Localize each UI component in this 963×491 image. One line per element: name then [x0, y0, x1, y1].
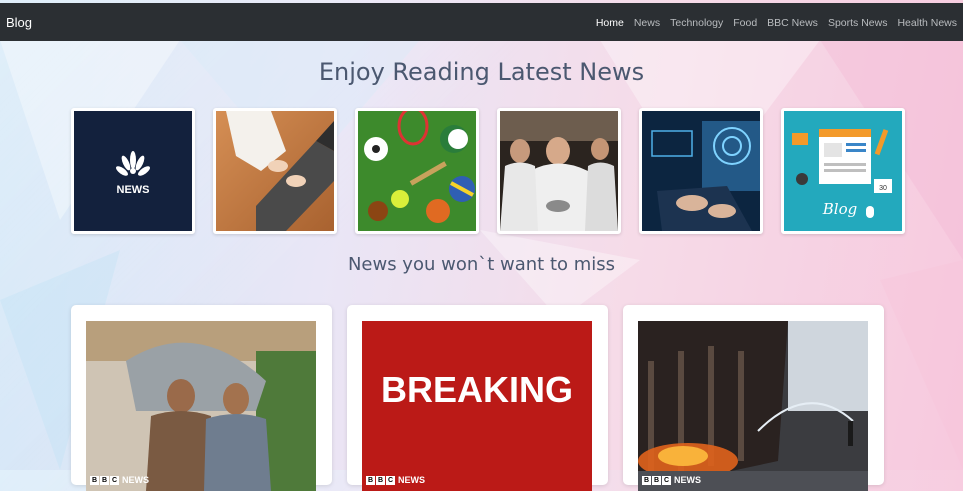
bbc-news-logo: BBC NEWS [90, 475, 149, 485]
calendar-day-label: 30 [879, 185, 887, 192]
thumb-blog[interactable]: 30 Blog [781, 108, 905, 234]
thumb-nbc-news[interactable]: NEWS [71, 108, 195, 234]
brand-link[interactable]: Blog [6, 15, 32, 30]
news-card[interactable]: BBC NEWS [71, 305, 332, 491]
thumb-food[interactable] [497, 108, 621, 234]
thumb-technology[interactable] [639, 108, 763, 234]
thumb-laptop[interactable] [213, 108, 337, 234]
bbc-news-logo: BBC NEWS [642, 475, 701, 485]
blog-image: 30 Blog [784, 111, 902, 231]
bbc-news-logo: BBC NEWS [366, 475, 425, 485]
news-card[interactable]: BBC NEWS [623, 305, 884, 491]
sports-image [358, 111, 476, 231]
category-thumbnails: NEWS 30 Blog [71, 108, 905, 234]
fire-image [638, 321, 868, 491]
news-card-image: BBC NEWS [638, 321, 868, 491]
news-card[interactable]: BREAKING BBC NEWS [347, 305, 608, 491]
breaking-headline: BREAKING [380, 369, 573, 410]
nav-bbc-news[interactable]: BBC News [767, 17, 818, 29]
rain-women-image [86, 321, 316, 491]
technology-image [642, 111, 760, 231]
laptop-image [216, 111, 334, 231]
thumb-sports[interactable] [355, 108, 479, 234]
news-card-image: BBC NEWS [86, 321, 316, 491]
section-title: News you won`t want to miss [347, 254, 616, 275]
chef-image [500, 111, 618, 231]
nav-sports-news[interactable]: Sports News [828, 17, 888, 29]
nav-home[interactable]: Home [596, 17, 624, 29]
nbc-news-label: NEWS [117, 184, 150, 196]
news-card-image: BREAKING BBC NEWS [362, 321, 592, 491]
hero-title: Enjoy Reading Latest News [318, 58, 645, 86]
blog-label: Blog [822, 200, 857, 218]
nav-links: Home News Technology Food BBC News Sport… [596, 17, 957, 29]
nbc-news-image: NEWS [74, 111, 192, 231]
nav-health-news[interactable]: Health News [897, 17, 957, 29]
nav-news[interactable]: News [634, 17, 660, 29]
nav-technology[interactable]: Technology [670, 17, 723, 29]
nav-food[interactable]: Food [733, 17, 757, 29]
navbar: Blog Home News Technology Food BBC News … [0, 3, 963, 41]
